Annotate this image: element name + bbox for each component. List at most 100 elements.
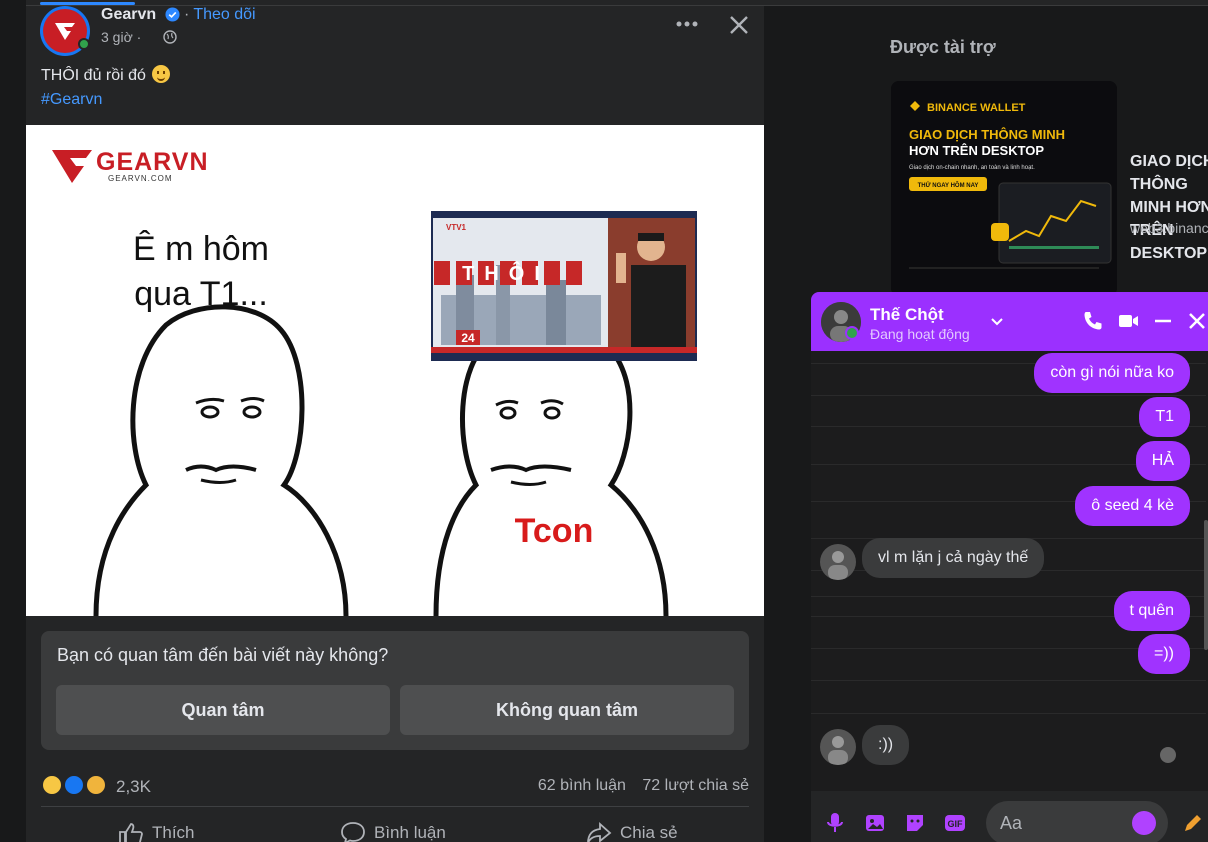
gearvn-mark-icon	[52, 150, 92, 183]
share-label: Chia sẻ	[620, 823, 678, 842]
hashtag-link[interactable]: #Gearvn	[41, 88, 170, 112]
ad-cta: THỬ NGAY HÔM NAY	[918, 181, 979, 189]
sponsored-heading: Được tài trợ	[890, 37, 996, 57]
chat-rule	[811, 395, 1206, 396]
follow-link[interactable]: · Theo dõi	[184, 6, 256, 24]
message-in[interactable]: :))	[862, 725, 910, 765]
message-out[interactable]: t quên	[1113, 591, 1190, 631]
pencil-icon[interactable]	[1181, 811, 1205, 835]
emoji-picker-icon[interactable]	[1132, 811, 1156, 835]
right-label: Tcon	[515, 512, 594, 550]
message-out[interactable]: ô seed 4 kè	[1075, 486, 1190, 526]
active-tab-indicator	[40, 2, 135, 5]
globe-icon	[163, 30, 177, 44]
post-stats: 62 bình luận 72 lượt chia sẻ	[526, 777, 749, 795]
left-character	[93, 304, 349, 616]
sticker-icon[interactable]	[903, 811, 927, 835]
ad-brand: BINANCE WALLET	[927, 102, 1026, 114]
left-caption-1: Ê m hôm	[133, 230, 269, 268]
post-body: THÔI đủ rồi đó	[41, 67, 146, 84]
message-input[interactable]	[1000, 801, 1130, 842]
message-out[interactable]: HẢ	[1135, 441, 1190, 481]
more-options-button[interactable]	[672, 12, 702, 36]
page-scrollbar[interactable]	[1204, 520, 1208, 650]
gif-icon[interactable]: GIF	[943, 811, 967, 835]
interest-question: Bạn có quan tâm đến bài viết này không?	[57, 645, 389, 665]
share-count[interactable]: 72 lượt chia sẻ	[642, 777, 749, 794]
like-label: Thích	[152, 823, 195, 842]
comment-label: Bình luận	[374, 823, 446, 842]
ad-image[interactable]: BINANCE WALLET GIAO DỊCH THÔNG MINH HƠN …	[891, 81, 1117, 296]
post-text: THÔI đủ rồi đó #Gearvn	[41, 64, 170, 112]
close-post-icon[interactable]	[726, 12, 752, 38]
online-indicator	[78, 38, 90, 50]
smile-emoji-icon	[151, 65, 170, 83]
tv-headline: THÔI	[462, 261, 550, 285]
phone-icon[interactable]	[1081, 309, 1105, 333]
interest-survey: Bạn có quan tâm đến bài viết này không? …	[41, 631, 749, 750]
page-name[interactable]: Gearvn	[101, 6, 156, 24]
chat-contact-name[interactable]: Thế Chột	[870, 305, 944, 325]
ad-sub: Giao dịch on-chain nhanh, an toàn và lin…	[909, 165, 1035, 171]
meme-illustration: GEARVN GEARVN.COM Ê m hôm qua T1... Tcon	[52, 148, 697, 616]
tv-channel: VTV1	[446, 223, 467, 232]
chevron-down-icon[interactable]	[985, 309, 1009, 333]
comment-button[interactable]: Bình luận	[340, 821, 446, 842]
sad-reaction-icon	[85, 774, 107, 796]
reaction-count: 2,3K	[116, 777, 151, 796]
chat-online-indicator	[845, 326, 859, 340]
message-out[interactable]: T1	[1139, 397, 1190, 437]
chat-rule	[811, 680, 1206, 681]
message-out[interactable]: =))	[1138, 634, 1190, 674]
chat-messages: còn gì nói nữa ko T1 HẢ ô seed 4 kè vl m…	[811, 351, 1208, 791]
microphone-icon[interactable]	[823, 811, 847, 835]
feed-post: Gearvn · Theo dõi 3 giờ · THÔI đủ rồi đó …	[26, 6, 764, 842]
contact-mini-avatar[interactable]	[820, 729, 856, 765]
photo-icon[interactable]	[863, 811, 887, 835]
share-icon	[587, 821, 612, 842]
share-button[interactable]: Chia sẻ	[586, 821, 678, 842]
comment-count[interactable]: 62 bình luận	[538, 777, 626, 794]
like-reaction-icon	[63, 774, 85, 796]
message-in[interactable]: vl m lặn j cả ngày thế	[862, 538, 1045, 578]
post-time[interactable]: 3 giờ ·	[101, 29, 141, 45]
chat-status: Đang hoạt động	[870, 326, 970, 342]
chat-window: Thế Chột Đang hoạt động còn gì nói nữa k…	[811, 292, 1208, 842]
chat-header[interactable]: Thế Chột Đang hoạt động	[811, 292, 1208, 351]
post-image[interactable]: GEARVN GEARVN.COM Ê m hôm qua T1... Tcon	[26, 125, 764, 616]
tv-badge: 24	[461, 331, 475, 345]
chat-composer: GIF	[811, 791, 1208, 842]
user-avatar-icon	[828, 551, 848, 580]
ad-side-headline[interactable]: GIAO DỊCH THÔNG MINH HƠN TRÊN DESKTOP	[1130, 150, 1208, 265]
more-dots-icon	[676, 21, 698, 27]
message-out[interactable]: còn gì nói nữa ko	[1034, 353, 1190, 393]
ad-headline-2: HƠN TRÊN DESKTOP	[909, 143, 1044, 158]
ad-domain[interactable]: web3.binance	[1130, 220, 1208, 236]
haha-reaction-icon	[41, 774, 63, 796]
like-button[interactable]: Thích	[118, 821, 195, 842]
message-input-wrap[interactable]	[986, 801, 1168, 842]
verified-badge-icon	[165, 7, 180, 22]
video-call-icon[interactable]	[1116, 309, 1140, 333]
user-avatar-icon	[828, 736, 848, 765]
minimize-icon[interactable]	[1151, 309, 1175, 333]
logo-text: GEARVN	[96, 148, 209, 176]
chat-rule	[811, 713, 1206, 714]
contact-mini-avatar[interactable]	[820, 544, 856, 580]
not-interested-button[interactable]: Không quan tâm	[400, 685, 734, 735]
seen-indicator-avatar	[1160, 747, 1176, 763]
comment-icon	[341, 822, 365, 842]
post-header: Gearvn · Theo dõi 3 giờ ·	[40, 6, 750, 56]
follow-label: Theo dõi	[193, 6, 256, 23]
tv-news-frame: THÔI VTV1 24	[431, 211, 697, 361]
binance-ad-creative: BINANCE WALLET GIAO DỊCH THÔNG MINH HƠN …	[891, 81, 1117, 296]
action-divider	[41, 806, 749, 807]
svg-text:GIF: GIF	[948, 819, 964, 829]
feed-left-gutter	[0, 0, 26, 842]
interested-button[interactable]: Quan tâm	[56, 685, 390, 735]
ad-headline-1: GIAO DỊCH THÔNG MINH	[909, 127, 1065, 142]
right-character	[433, 323, 669, 616]
thumbs-up-icon	[119, 823, 143, 842]
separator-dot: ·	[184, 6, 190, 23]
close-chat-icon[interactable]	[1185, 309, 1208, 333]
